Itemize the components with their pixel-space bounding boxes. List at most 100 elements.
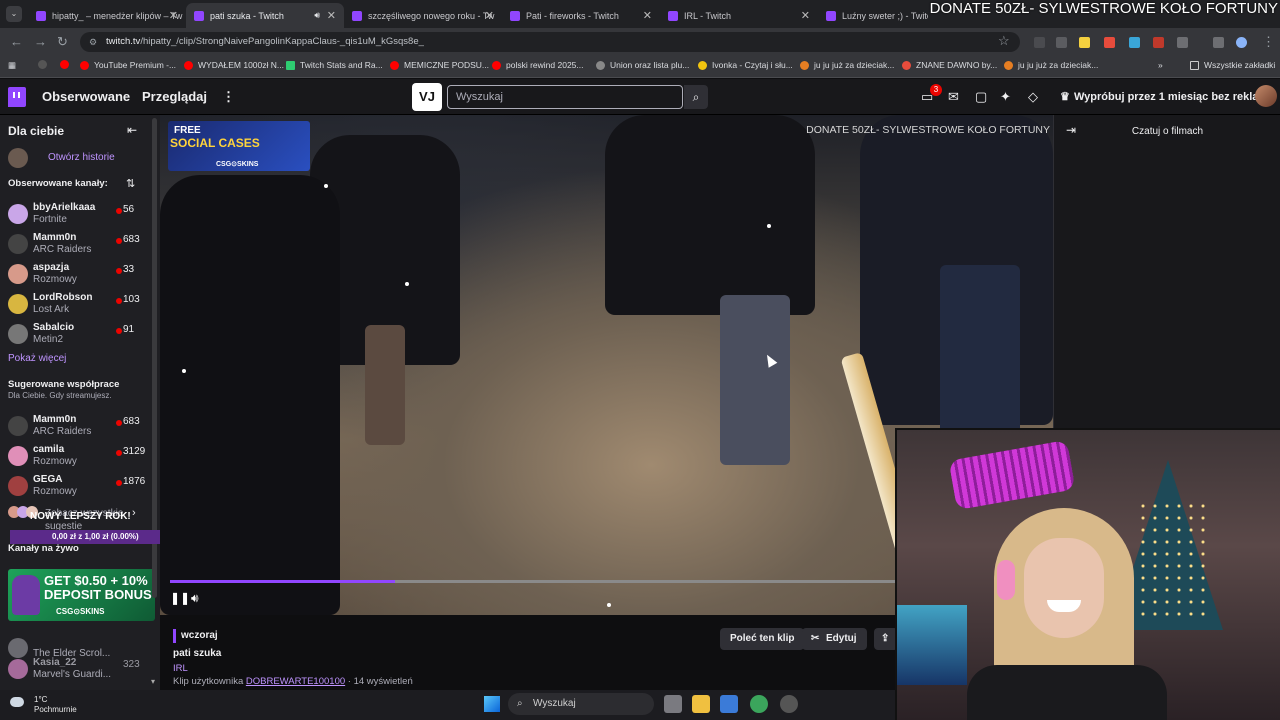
nav-following[interactable]: Obserwowane	[42, 89, 130, 104]
video-progress-fill	[170, 580, 395, 583]
bookmark-item[interactable]: polski rewind 2025...	[492, 60, 584, 70]
browser-tab[interactable]: Luźny sweter ;) - Twitch	[818, 3, 928, 28]
bookmark-item[interactable]: MEMICZNE PODSU...	[390, 60, 489, 70]
nav-browse[interactable]: Przeglądaj	[142, 89, 207, 104]
bookmark-icon[interactable]	[38, 60, 52, 69]
reload-icon[interactable]: ↻	[57, 34, 68, 50]
tab-audio-icon[interactable]: 🔊︎	[314, 10, 320, 21]
sidebar-scrollbar[interactable]	[152, 118, 157, 598]
file-explorer-icon[interactable]	[692, 695, 710, 713]
media-control-icon[interactable]	[1213, 37, 1224, 48]
browser-tab[interactable]: Pati - fireworks - Twitch ✕	[502, 3, 660, 28]
sidebar-channel[interactable]: aspazja Rozmowy 33	[0, 260, 160, 290]
apps-grid-icon[interactable]: ▦	[8, 60, 16, 71]
close-tab-icon[interactable]: ✕	[801, 9, 810, 22]
sidebar-channel[interactable]: bbyArielkaaa Fortnite 56	[0, 200, 160, 230]
windows-start-icon[interactable]	[484, 696, 500, 712]
clip-meta: Klip użytkownika DOBREWARTE100100 · 14 w…	[173, 676, 413, 687]
bookmark-item[interactable]: WYDAŁEM 1000zł N...	[184, 60, 284, 70]
stories-avatar[interactable]	[8, 148, 28, 168]
video-progress-bar[interactable]	[170, 580, 895, 583]
extension-icon[interactable]	[1056, 37, 1067, 48]
bookmarks-overflow-icon[interactable]: »	[1158, 60, 1163, 70]
mail-icon[interactable]: ✉	[948, 89, 959, 105]
extension-logo-button[interactable]: VJ	[412, 83, 442, 111]
webcam-streamer-face	[1024, 538, 1104, 638]
bookmark-item[interactable]: Union oraz lista plu...	[596, 60, 689, 70]
twitch-favicon-icon	[194, 10, 204, 21]
live-dot-icon	[116, 420, 122, 426]
url-field[interactable]: ⚙ twitch.tv/hipatty_/clip/StrongNaivePang…	[80, 32, 1020, 52]
video-sponsor-overlay: FREE SOCIAL CASES CSG⊙SKINS	[168, 121, 310, 171]
edit-clip-button[interactable]: ✂ Edytuj	[802, 628, 867, 650]
extension-icon[interactable]	[1079, 37, 1090, 48]
sort-icon[interactable]: ⇅	[126, 177, 135, 190]
open-stories-link[interactable]: Otwórz historie	[48, 152, 115, 163]
browser-tab[interactable]: IRL - Twitch ✕	[660, 3, 818, 28]
bookmark-item[interactable]: Ivonka - Czytaj i słu...	[698, 60, 793, 70]
chrome-icon[interactable]	[750, 695, 768, 713]
volume-icon[interactable]: 🔊︎	[191, 591, 199, 606]
extension-icon[interactable]	[1129, 37, 1140, 48]
task-view-icon[interactable]	[664, 695, 682, 713]
bits-icon[interactable]: ◇	[1028, 89, 1038, 105]
bookmark-item[interactable]: ju ju już za dzieciak...	[800, 60, 894, 70]
sidebar-channel[interactable]: LordRobson Lost Ark 103	[0, 290, 160, 320]
sidebar-channel[interactable]: Mamm0n ARC Raiders 683	[0, 412, 160, 442]
bookmark-item[interactable]: ju ju już za dzieciak...	[1004, 60, 1098, 70]
whispers-icon[interactable]: ▢	[975, 89, 987, 105]
bookmark-item[interactable]: YouTube Premium -...	[80, 60, 176, 70]
bookmark-star-icon[interactable]: ☆	[998, 33, 1010, 49]
browser-tab-active[interactable]: pati szuka - Twitch 🔊︎ ✕	[186, 3, 344, 28]
sidebar-channel[interactable]: GEGA Rozmowy 1876	[0, 472, 160, 502]
scroll-down-icon[interactable]: ▾	[151, 677, 155, 686]
sidebar-channel[interactable]: camila Rozmowy 3129	[0, 442, 160, 472]
app-icon[interactable]	[780, 695, 798, 713]
store-icon[interactable]	[720, 695, 738, 713]
webcam-streamer-shirt	[967, 665, 1167, 720]
close-tab-icon[interactable]: ✕	[485, 9, 494, 22]
extension-icon[interactable]	[1104, 37, 1115, 48]
collapse-sidebar-icon[interactable]: ⇤	[127, 123, 137, 137]
all-bookmarks-folder[interactable]: Wszystkie zakładki	[1190, 60, 1275, 70]
show-more-link[interactable]: Pokaż więcej	[8, 353, 66, 364]
video-donate-banner: DONATE 50ZŁ- SYLWESTROWE KOŁO FORTUNY	[806, 124, 1050, 136]
taskbar-search-input[interactable]: ⌕ Wyszukaj	[508, 693, 654, 715]
sidebar-ad-banner[interactable]: GET $0.50 + 10% DEPOSIT BONUS CSG⊙SKINS	[8, 569, 155, 621]
clip-category-link[interactable]: IRL	[173, 663, 188, 674]
site-info-icon[interactable]: ⚙	[89, 32, 97, 52]
close-tab-icon[interactable]: ✕	[327, 9, 336, 22]
extensions-puzzle-icon[interactable]	[1177, 37, 1188, 48]
back-icon[interactable]: ←	[10, 34, 23, 49]
recommend-clip-button[interactable]: Poleć ten klip	[720, 628, 805, 650]
search-icon[interactable]: ⌕	[684, 85, 708, 109]
sidebar-channel[interactable]: Sabalcio Metin2 91	[0, 320, 160, 350]
close-tab-icon[interactable]: ✕	[169, 9, 178, 22]
browser-tab[interactable]: szczęśliwego nowego roku - Tw ✕	[344, 3, 502, 28]
search-input[interactable]: Wyszukaj	[447, 85, 683, 109]
tab-search-dropdown-icon[interactable]: ⌄	[6, 6, 22, 22]
user-avatar[interactable]	[1255, 85, 1277, 107]
twitch-logo-icon[interactable]	[8, 87, 26, 107]
try-ad-free-button[interactable]: ♛ Wypróbuj przez 1 miesiąc bez reklam	[1060, 86, 1268, 108]
sidebar-channel[interactable]: Kasia_22 Marvel's Guardi... 323	[0, 655, 160, 685]
more-kebab-icon[interactable]: ⋮	[222, 89, 235, 105]
bookmark-item[interactable]: Twitch Stats and Ra...	[286, 60, 383, 70]
forward-icon[interactable]: →	[34, 34, 47, 49]
live-channels-heading: Kanały na żywo	[8, 543, 79, 554]
left-sidebar: Dla ciebie ⇤ Otwórz historie Obserwowane…	[0, 115, 160, 690]
sidebar-channel[interactable]: Mamm0n ARC Raiders 683	[0, 230, 160, 260]
pause-icon[interactable]: ❚❚	[170, 591, 190, 605]
extension-tool-icon[interactable]: ✦	[1000, 89, 1011, 105]
browser-tab[interactable]: hipatty_ – menedżer klipów – Tw ✕	[28, 3, 186, 28]
extension-icon[interactable]	[1034, 37, 1045, 48]
bookmark-item[interactable]	[60, 60, 74, 69]
menu-kebab-icon[interactable]: ⋮	[1262, 34, 1275, 50]
clip-author-link[interactable]: DOBREWARTE100100	[246, 676, 345, 687]
channel-avatar	[8, 324, 28, 344]
suggested-heading: Sugerowane współprace	[8, 379, 120, 390]
profile-avatar-icon[interactable]	[1236, 37, 1247, 48]
close-tab-icon[interactable]: ✕	[643, 9, 652, 22]
bookmark-item[interactable]: ZNANE DAWNO by...	[902, 60, 997, 70]
extension-icon[interactable]	[1153, 37, 1164, 48]
